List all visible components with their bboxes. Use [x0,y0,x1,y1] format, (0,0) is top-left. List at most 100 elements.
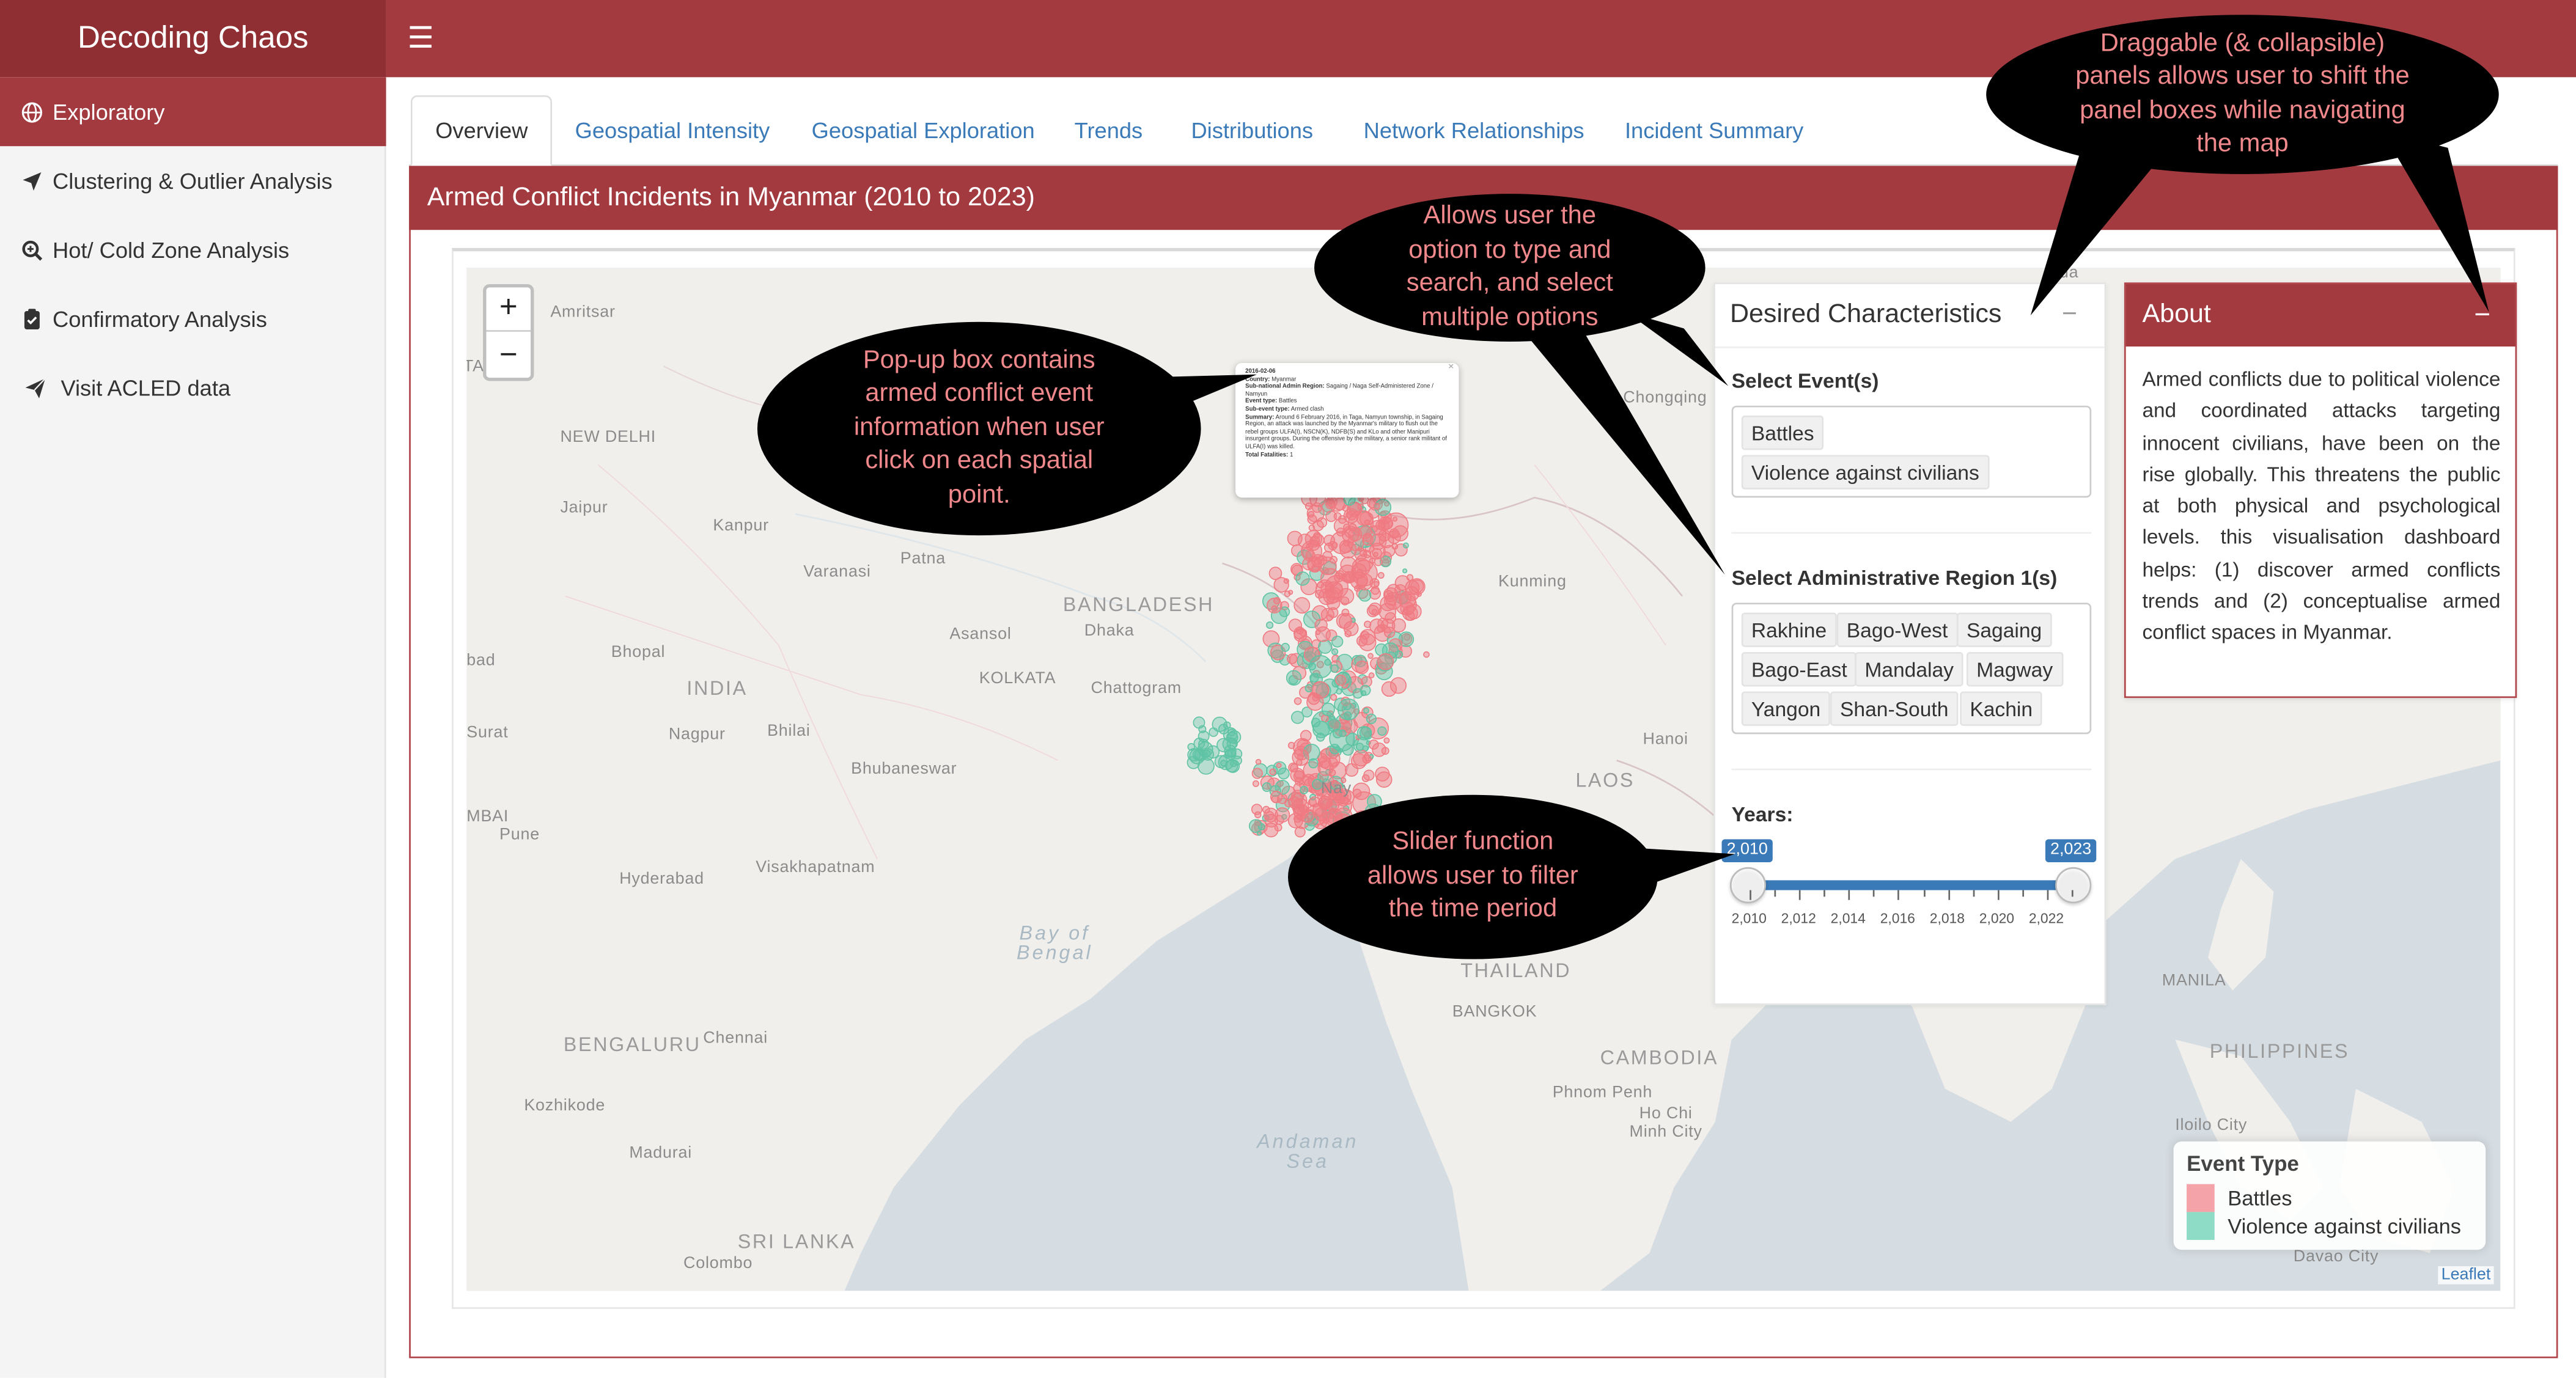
sidebar-item-visit-acled[interactable]: Visit ACLED data [0,353,386,422]
conflict-point[interactable] [1352,788,1362,798]
conflict-point[interactable] [1350,753,1367,769]
region-chip[interactable]: Sagaing [1956,612,2052,647]
conflict-point[interactable] [1305,684,1314,692]
conflict-point[interactable] [1313,532,1320,540]
conflict-point[interactable] [1294,597,1311,614]
conflict-point[interactable] [1339,729,1347,738]
conflict-point[interactable] [1251,804,1263,815]
conflict-point[interactable] [1311,717,1321,727]
conflict-point[interactable] [1287,653,1298,664]
conflict-point[interactable] [1366,713,1377,724]
conflict-point[interactable] [1252,780,1259,787]
region-chip[interactable]: Kachin [1960,691,2043,726]
conflict-point[interactable] [1383,737,1390,744]
conflict-point[interactable] [1392,516,1398,522]
conflict-point[interactable] [1336,613,1352,629]
conflict-point[interactable] [1372,742,1386,757]
hamburger-menu-icon[interactable]: ☰ [408,21,434,54]
region-chip[interactable]: Bago-West [1836,612,1958,647]
conflict-point[interactable] [1346,510,1357,521]
region-chip[interactable]: Yangon [1741,691,1831,726]
conflict-point[interactable] [1363,708,1369,714]
region-chip[interactable]: Rakhine [1741,612,1837,647]
conflict-point[interactable] [1209,727,1218,737]
conflict-point[interactable] [1348,527,1363,541]
conflict-point[interactable] [1423,651,1430,658]
conflict-point[interactable] [1297,533,1312,548]
tab-overview[interactable]: Overview [410,95,553,166]
conflict-point[interactable] [1377,653,1394,670]
conflict-point[interactable] [1222,736,1237,752]
tab-geospatial-exploration[interactable]: Geospatial Exploration [789,95,1058,166]
conflict-point[interactable] [1356,725,1372,741]
conflict-point[interactable] [1331,636,1344,648]
conflict-point[interactable] [1377,624,1385,633]
zoom-out-button[interactable]: − [487,334,531,378]
conflict-point[interactable] [1329,744,1341,755]
conflict-point[interactable] [1394,650,1404,659]
conflict-point[interactable] [1360,684,1371,696]
conflict-point[interactable] [1355,661,1369,675]
conflict-point[interactable] [1198,730,1210,742]
conflict-point[interactable] [1290,768,1305,783]
sidebar-item-hot-cold-zone[interactable]: Hot/ Cold Zone Analysis [0,215,386,284]
conflict-point[interactable] [1330,694,1338,701]
conflict-point[interactable] [1373,502,1380,510]
conflict-point[interactable] [1314,807,1328,822]
conflict-point[interactable] [1337,698,1360,720]
conflict-point[interactable] [1356,510,1372,526]
conflict-point[interactable] [1377,572,1385,579]
conflict-point[interactable] [1223,721,1231,730]
zoom-in-button[interactable]: + [486,287,531,332]
conflict-point[interactable] [1226,759,1240,773]
conflict-point[interactable] [1402,542,1409,549]
conflict-point[interactable] [1378,533,1394,549]
conflict-point[interactable] [1381,681,1397,697]
event-chip[interactable]: Violence against civilians [1741,455,1989,489]
slider-handle-max[interactable] [2055,867,2092,904]
conflict-point[interactable] [1326,614,1333,621]
conflict-point[interactable] [1286,670,1302,686]
conflict-point[interactable] [1369,578,1380,588]
conflict-point[interactable] [1308,524,1316,531]
region-chip[interactable]: Magway [1966,651,2063,687]
conflict-point[interactable] [1248,819,1263,833]
tab-trends[interactable]: Trends [1051,95,1166,166]
conflict-point[interactable] [1265,621,1274,629]
conflict-point[interactable] [1255,759,1262,765]
conflict-point[interactable] [1342,505,1349,512]
conflict-point[interactable] [1331,541,1338,548]
conflict-point[interactable] [1312,681,1330,699]
conflict-point[interactable] [1343,540,1350,547]
sidebar-item-exploratory[interactable]: Exploratory [0,77,386,147]
conflict-point[interactable] [1264,823,1279,838]
conflict-point[interactable] [1375,766,1390,782]
conflict-point[interactable] [1361,774,1370,782]
conflict-point[interactable] [1317,555,1328,565]
conflict-point[interactable] [1300,785,1309,794]
event-chip[interactable]: Battles [1741,415,1824,450]
region-chip[interactable]: Shan-South [1830,691,1959,726]
leaflet-attribution-link[interactable]: Leaflet [2438,1266,2494,1285]
conflict-point[interactable] [1321,702,1335,716]
conflict-point[interactable] [1327,719,1341,732]
conflict-point[interactable] [1377,726,1387,736]
conflict-point[interactable] [1402,605,1418,621]
conflict-point[interactable] [1362,534,1374,546]
conflict-point[interactable] [1364,620,1372,628]
tab-distributions[interactable]: Distributions [1168,95,1336,166]
conflict-point[interactable] [1271,605,1278,612]
conflict-point[interactable] [1294,804,1306,815]
conflict-point[interactable] [1198,757,1215,775]
conflict-point[interactable] [1316,517,1328,528]
conflict-point[interactable] [1273,577,1289,593]
conflict-point[interactable] [1251,768,1263,779]
conflict-point[interactable] [1356,635,1368,647]
conflict-point[interactable] [1368,672,1375,679]
close-icon[interactable]: × [1448,364,1454,373]
conflict-point[interactable] [1331,648,1339,656]
conflict-point[interactable] [1315,626,1331,642]
conflict-point[interactable] [1402,568,1408,574]
region-chip[interactable]: Mandalay [1855,651,1964,687]
conflict-point[interactable] [1335,570,1345,580]
